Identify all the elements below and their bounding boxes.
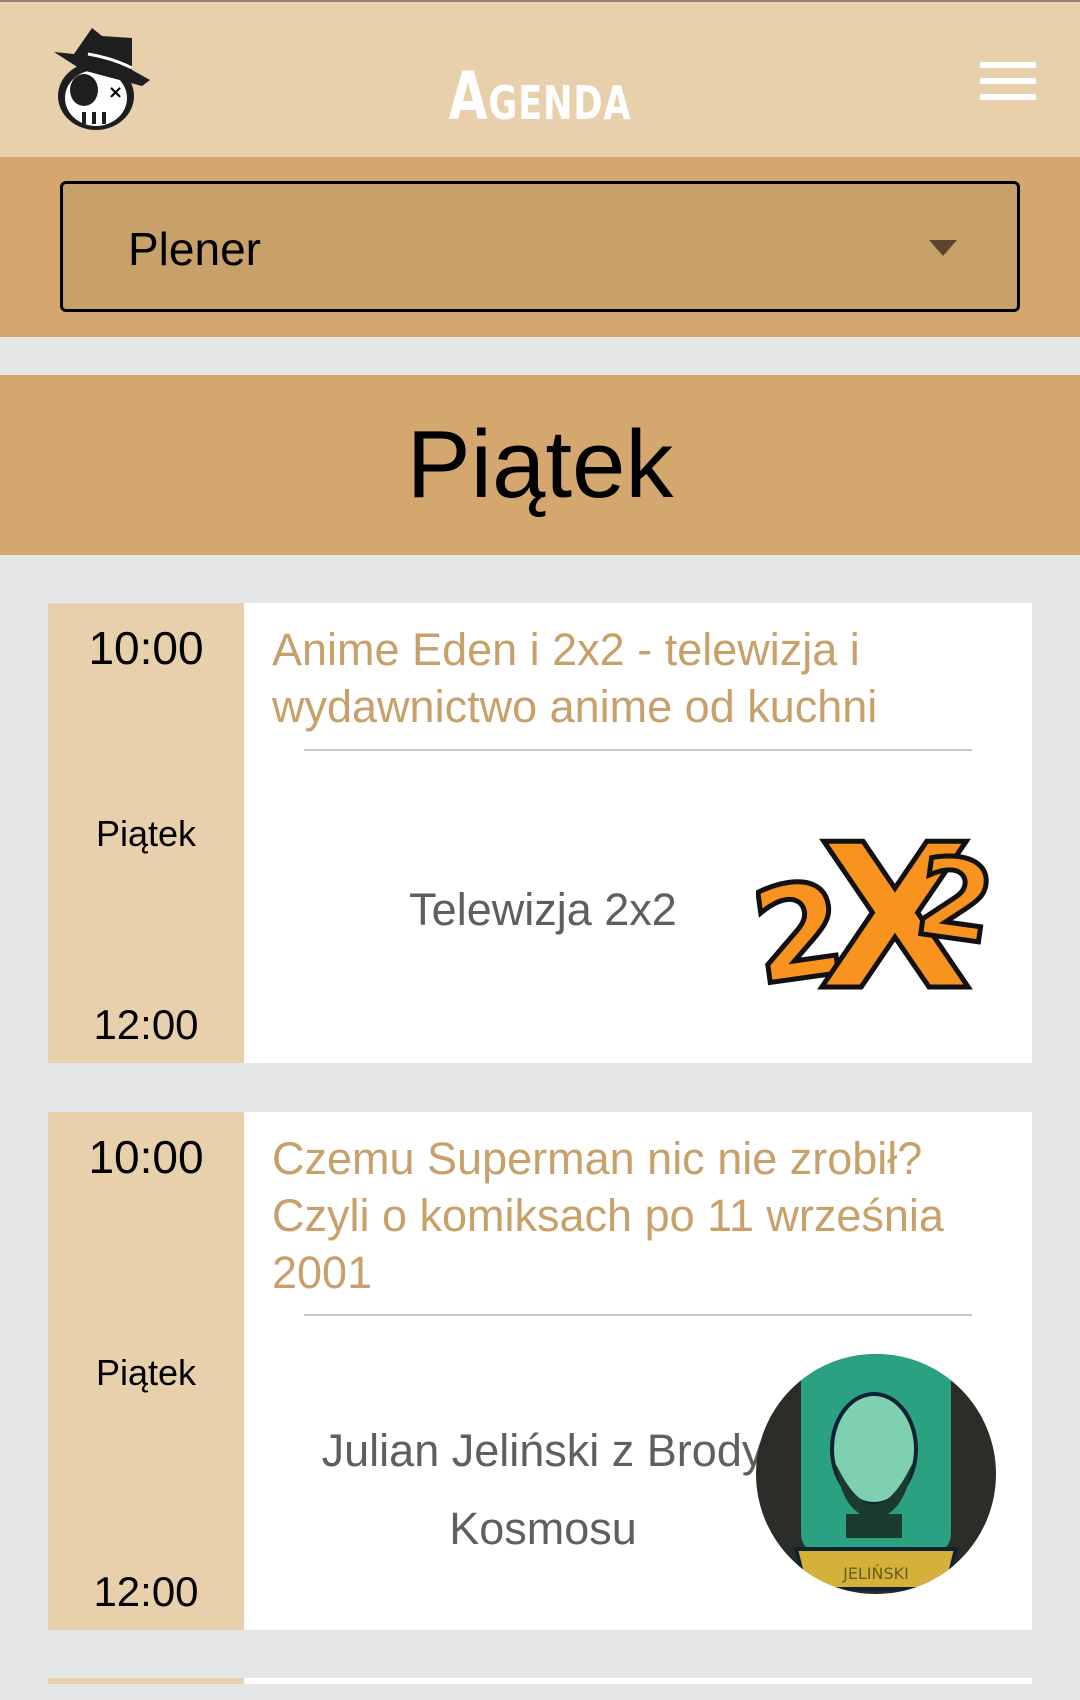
- divider: [304, 749, 972, 751]
- speaker-name: Telewizja 2x2: [409, 884, 677, 935]
- end-time: 12:00: [93, 1568, 199, 1615]
- event-card[interactable]: [48, 1678, 1032, 1684]
- hamburger-icon[interactable]: [980, 62, 1036, 100]
- event-card[interactable]: 10:00 Piątek 12:00 Anime Eden i 2x2 - te…: [48, 603, 1032, 1063]
- location-select-value: Plener: [128, 223, 261, 275]
- event-card[interactable]: 10:00 Piątek 12:00 Czemu Superman nic ni…: [48, 1112, 1032, 1630]
- event-title[interactable]: Czemu Superman nic nie zrobił? Czyli o k…: [272, 1130, 1002, 1301]
- start-time: 10:00: [88, 622, 204, 674]
- speaker-avatar: JELIŃSKI: [756, 1354, 996, 1594]
- end-time: 12:00: [93, 1001, 199, 1048]
- speaker-name: Julian Jeliński z Brody Kosmosu: [321, 1425, 765, 1554]
- event-day: Piątek: [95, 813, 197, 854]
- start-time: 10:00: [88, 1131, 204, 1183]
- chevron-down-icon: [929, 240, 957, 256]
- 2x2-logo: 2 X 2: [756, 800, 996, 1028]
- app-header: × Agenda: [0, 2, 1080, 157]
- avatar-caption: JELIŃSKI: [842, 1564, 909, 1583]
- location-select[interactable]: Plener: [60, 181, 1020, 312]
- divider: [304, 1314, 972, 1316]
- page-title: Agenda: [448, 58, 632, 135]
- day-header: Piątek: [0, 375, 1080, 555]
- filter-bar: Plener: [0, 157, 1080, 337]
- time-column: [48, 1678, 244, 1684]
- event-title[interactable]: Anime Eden i 2x2 - telewizja i wydawnict…: [272, 621, 1002, 735]
- time-column: 10:00 Piątek 12:00: [48, 1112, 244, 1630]
- time-column: 10:00 Piątek 12:00: [48, 603, 244, 1063]
- event-day: Piątek: [95, 1352, 197, 1393]
